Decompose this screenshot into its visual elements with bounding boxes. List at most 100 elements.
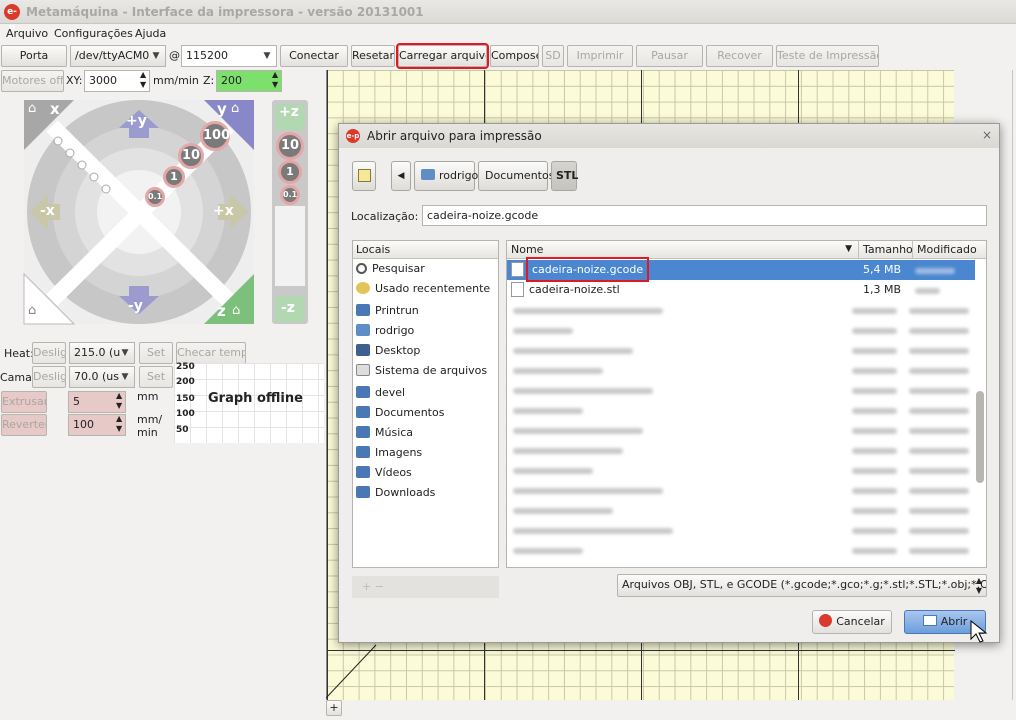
heat-set-button[interactable]: Set [139, 342, 173, 364]
bed-value: 70.0 (us [74, 370, 119, 383]
file-type-filter[interactable]: Arquivos OBJ, STL, e GCODE (*.gcode;*.gc… [617, 574, 987, 597]
graph-offline-label: Graph offline [208, 391, 303, 406]
step-100-badge[interactable]: 100 [200, 121, 230, 151]
location-label: Localização: [351, 210, 419, 223]
bed-set-button[interactable]: Set [139, 366, 173, 388]
cancel-button[interactable]: Cancelar [812, 610, 892, 634]
home-y-icon: ⌂ [231, 101, 240, 116]
length-spinner-icon[interactable]: ▲ ▼ [116, 391, 122, 411]
place-label: devel [375, 386, 406, 399]
porta-button[interactable]: Porta [1, 45, 67, 67]
conectar-button[interactable]: Conectar [280, 45, 348, 67]
place-printrun[interactable]: Printrun [356, 301, 496, 321]
updown-icon: ▲ ▼ [975, 576, 982, 595]
edit-location-button[interactable] [352, 161, 376, 191]
xy-unit-label: mm/min [153, 74, 199, 87]
z-step-01-badge[interactable]: 0.1 [280, 185, 300, 205]
place-downloads[interactable]: Downloads [356, 483, 496, 503]
z-step-area[interactable] [275, 206, 305, 286]
place-sistema[interactable]: Sistema de arquivos [356, 361, 496, 381]
imprimir-button[interactable]: Imprimir [567, 45, 633, 67]
sd-button[interactable]: SD [542, 45, 564, 67]
path-stl-button[interactable]: STL [551, 161, 578, 191]
chevron-down-icon: ▼ [121, 348, 129, 358]
graph-tick-200: 200 [176, 377, 195, 387]
menubar: Arquivo Configurações Ajuda [0, 24, 1016, 44]
place-pesquisar[interactable]: Pesquisar [356, 259, 496, 279]
dialog-logo-icon: e-p [346, 129, 360, 143]
minus-x-label: -x [40, 203, 55, 219]
z-home-label: z [217, 302, 226, 320]
teste-impressao-button[interactable]: Teste de Impressão [776, 45, 879, 67]
pencil-icon [358, 169, 371, 182]
check-temp-button[interactable]: Checar temp [176, 342, 246, 364]
compose-button[interactable]: Compose [490, 45, 539, 67]
place-label: Música [375, 426, 414, 439]
add-remove-places[interactable]: + − [352, 576, 499, 598]
graph-tick-100: 100 [176, 409, 195, 419]
files-scrollbar[interactable] [976, 391, 984, 483]
plus-y-label: +y [126, 113, 147, 129]
place-rodrigo[interactable]: rodrigo [356, 321, 496, 341]
menu-arquivo[interactable]: Arquivo [6, 27, 48, 40]
speed-unit-label-2: min [137, 426, 158, 439]
pausar-button[interactable]: Pausar [636, 45, 703, 67]
place-devel[interactable]: devel [356, 383, 496, 403]
cancel-label: Cancelar [836, 615, 885, 628]
folder-icon [356, 406, 370, 418]
place-videos[interactable]: Vídeos [356, 463, 496, 483]
document-icon [511, 282, 524, 297]
column-name-label: Nome [511, 243, 544, 256]
resetar-button[interactable]: Resetar [351, 45, 395, 67]
recover-button[interactable]: Recover [706, 45, 773, 67]
home-folder-icon [421, 169, 435, 180]
path-back-button[interactable]: ◀ [391, 161, 411, 191]
location-input[interactable]: cadeira-noize.gcode [422, 205, 987, 226]
bed-label: Cama: [0, 371, 36, 384]
folder-icon [356, 386, 370, 398]
heat-off-button[interactable]: Deslig [32, 342, 66, 364]
window-title: Metamáquina - Interface da impressora - … [26, 5, 424, 19]
place-imagens[interactable]: Imagens [356, 443, 496, 463]
z-step-1-badge[interactable]: 1 [278, 160, 302, 184]
add-object-button[interactable]: + [326, 700, 342, 716]
bed-off-button[interactable]: Deslig [32, 366, 66, 388]
place-desktop[interactable]: Desktop [356, 341, 496, 361]
step-10-badge[interactable]: 10 [178, 143, 204, 169]
carregar-arquivo-button[interactable]: Carregar arquivo [396, 43, 489, 69]
path-documentos-label: Documentos [485, 169, 555, 182]
place-label: Downloads [375, 486, 436, 499]
file-row-selected[interactable]: cadeira-noize.gcode 5,4 MB [507, 257, 975, 282]
column-name[interactable]: Nome ▼ [507, 241, 859, 259]
place-label: Pesquisar [372, 262, 425, 275]
xy-spinner-icon[interactable]: ▲ ▼ [140, 70, 146, 90]
at-label: @ [169, 49, 180, 62]
extrude-button[interactable]: Extrusar [1, 391, 47, 413]
menu-ajuda[interactable]: Ajuda [135, 27, 166, 40]
menu-configuracoes[interactable]: Configurações [54, 27, 133, 40]
place-recentes[interactable]: Usado recentemente [356, 279, 496, 299]
place-musica[interactable]: Música [356, 423, 496, 443]
step-1-badge[interactable]: 1 [163, 166, 185, 188]
place-documentos[interactable]: Documentos [356, 403, 496, 423]
downloads-folder-icon [356, 486, 370, 498]
speed-unit-label-1: mm/ [137, 413, 163, 426]
speed-spinner-icon[interactable]: ▲ ▼ [116, 414, 122, 434]
reverse-button[interactable]: Reverter [1, 414, 47, 436]
file-row[interactable]: cadeira-noize.stl 1,3 MB [507, 280, 975, 300]
file-size: 1,3 MB [863, 283, 902, 296]
graph-tick-250: 250 [176, 362, 195, 372]
chevron-down-icon: ▼ [263, 51, 271, 61]
z-spinner-icon[interactable]: ▲ ▼ [272, 70, 278, 90]
path-documentos-button[interactable]: Documentos [478, 161, 554, 191]
step-01-badge[interactable]: 0.1 [145, 187, 165, 207]
close-icon[interactable]: × [982, 128, 992, 142]
path-rodrigo-button[interactable]: rodrigo [414, 161, 478, 191]
z-step-10-badge[interactable]: 10 [276, 132, 304, 160]
open-label: Abrir [940, 615, 968, 628]
motores-off-button[interactable]: Motores off [1, 70, 64, 92]
dialog-title: Abrir arquivo para impressão [367, 129, 542, 143]
column-modified[interactable]: Modificado [913, 241, 986, 259]
column-size[interactable]: Tamanho [859, 241, 913, 259]
home-folder-icon [356, 324, 370, 336]
